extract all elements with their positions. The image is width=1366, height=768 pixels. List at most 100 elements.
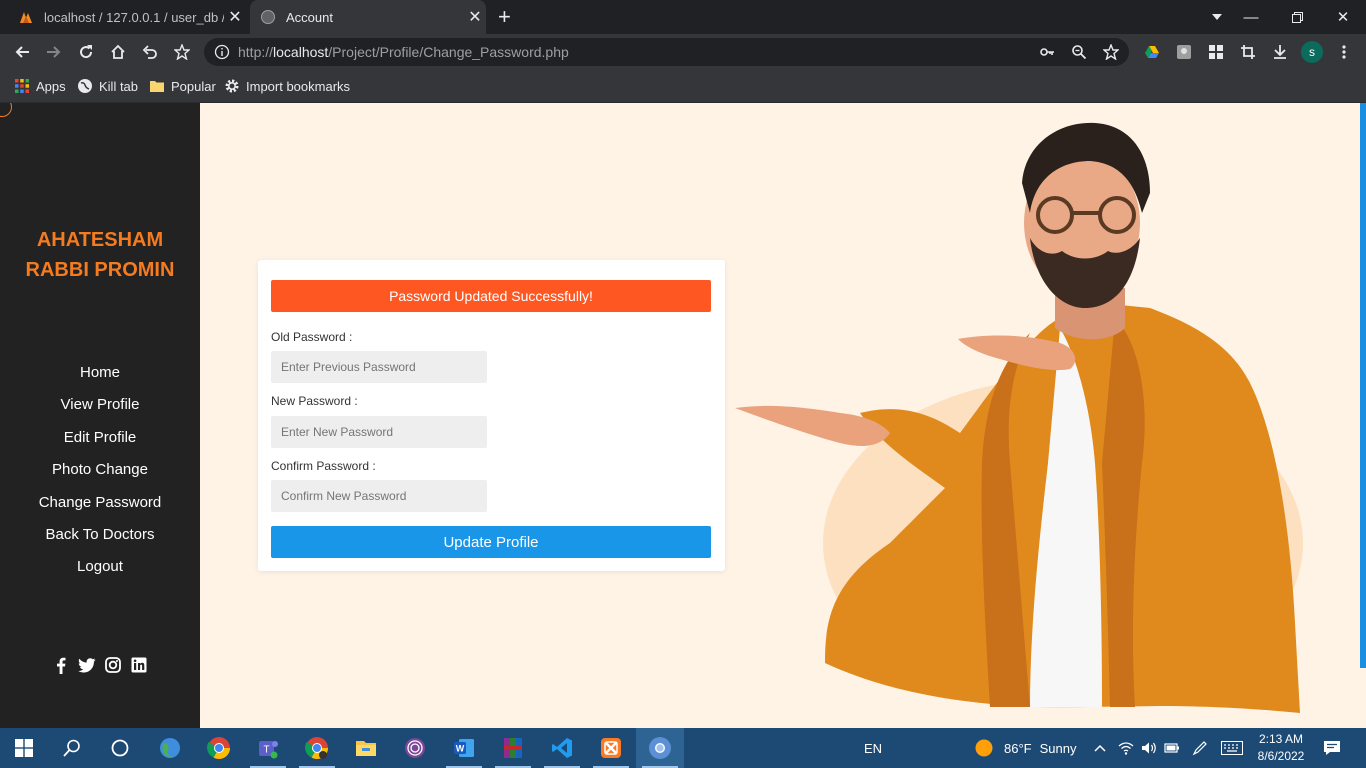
bookmark-label: Popular <box>171 78 216 94</box>
svg-text:W: W <box>456 744 465 754</box>
address-bar[interactable]: http://localhost/Project/Profile/Change_… <box>204 38 1129 66</box>
reload-icon[interactable] <box>74 40 98 64</box>
close-window-button[interactable]: ✕ <box>1320 0 1366 34</box>
extension-icon[interactable] <box>1172 40 1196 64</box>
weather-widget[interactable]: 86°F Sunny <box>974 728 1076 768</box>
bookmark-popular[interactable]: Popular <box>149 76 216 96</box>
bookmark-kill-tab[interactable]: Kill tab <box>77 76 138 96</box>
clock-date: 8/6/2022 <box>1257 749 1305 763</box>
new-password-input[interactable] <box>271 416 487 448</box>
volume-icon[interactable] <box>1141 728 1157 768</box>
linkedin-icon[interactable] <box>130 656 148 674</box>
google-drive-icon[interactable] <box>1140 40 1164 64</box>
bookmark-apps[interactable]: Apps <box>14 76 66 96</box>
globe-icon <box>261 10 275 24</box>
success-alert: Password Updated Successfully! <box>271 280 711 312</box>
weather-text: Sunny <box>1039 740 1077 756</box>
battery-icon[interactable] <box>1164 728 1180 768</box>
vscode-icon[interactable] <box>538 728 586 768</box>
confirm-password-input[interactable] <box>271 480 487 512</box>
word-icon[interactable]: W <box>440 728 488 768</box>
menu-icon[interactable] <box>1332 40 1356 64</box>
tab-account[interactable]: Account ✕ <box>250 0 486 34</box>
home-icon[interactable] <box>106 40 130 64</box>
forward-icon[interactable] <box>42 40 66 64</box>
download-icon[interactable] <box>1268 40 1292 64</box>
change-password-card: Password Updated Successfully! Old Passw… <box>258 260 725 571</box>
teams-icon[interactable]: T <box>244 728 292 768</box>
crop-icon[interactable] <box>1236 40 1260 64</box>
language-indicator[interactable]: EN <box>864 728 882 768</box>
windows-taskbar: T W EN 86°F Sunny 2:13 AM 8/6/2022 <box>0 728 1366 768</box>
bookmark-import[interactable]: Import bookmarks <box>224 76 350 96</box>
nav-logout[interactable]: Logout <box>0 555 200 587</box>
start-button[interactable] <box>0 728 48 768</box>
tor-browser-icon[interactable] <box>391 728 439 768</box>
apps-grid-icon <box>15 79 29 93</box>
clock[interactable]: 2:13 AM 8/6/2022 <box>1256 728 1306 768</box>
old-password-input[interactable] <box>271 351 487 383</box>
browser-toolbar: http://localhost/Project/Profile/Change_… <box>0 34 1366 70</box>
new-tab-button[interactable]: + <box>498 6 511 28</box>
undo-icon[interactable] <box>138 40 162 64</box>
facebook-icon[interactable] <box>52 656 70 674</box>
profile-name: AHATESHAM RABBI PROMIN <box>0 225 200 285</box>
update-profile-button[interactable]: Update Profile <box>271 526 711 558</box>
file-explorer-icon[interactable] <box>342 728 390 768</box>
close-tab-icon[interactable]: ✕ <box>464 7 486 27</box>
scroll-top-icon[interactable] <box>0 103 12 117</box>
tab-phpmyadmin[interactable]: localhost / 127.0.0.1 / user_db / u ✕ <box>8 0 246 34</box>
keyboard-icon[interactable] <box>1221 728 1243 768</box>
scrollbar[interactable] <box>1360 103 1366 668</box>
instagram-icon[interactable] <box>104 656 122 674</box>
chrome-profile-icon[interactable] <box>293 728 341 768</box>
minimize-button[interactable]: — <box>1228 0 1274 34</box>
nav-view-profile[interactable]: View Profile <box>0 393 200 425</box>
old-password-label: Old Password : <box>271 330 353 344</box>
xampp-icon[interactable] <box>587 728 635 768</box>
restore-button[interactable] <box>1274 0 1320 34</box>
nav-home[interactable]: Home <box>0 361 200 393</box>
earth-app-icon[interactable] <box>146 728 194 768</box>
tab-title: Account <box>286 9 333 25</box>
notifications-icon[interactable] <box>1323 728 1341 768</box>
show-hidden-icons-button[interactable] <box>1094 728 1106 768</box>
apps-extension-icon[interactable] <box>1204 40 1228 64</box>
zoom-icon[interactable] <box>1071 44 1087 60</box>
profile-name-line-2: RABBI PROMIN <box>25 259 175 281</box>
back-icon[interactable] <box>10 40 34 64</box>
profile-name-line-1: AHATESHAM <box>36 229 164 251</box>
bookmark-star-icon[interactable] <box>170 40 194 64</box>
bookmark-label: Import bookmarks <box>246 78 351 94</box>
site-info-icon[interactable] <box>214 44 230 60</box>
page-viewport: AHATESHAM RABBI PROMIN Home View Profile… <box>0 103 1366 728</box>
nav-back-to-doctors[interactable]: Back To Doctors <box>0 523 200 555</box>
bookmark-label: Kill tab <box>99 78 139 94</box>
cortana-icon[interactable] <box>96 728 144 768</box>
sidebar: AHATESHAM RABBI PROMIN Home View Profile… <box>0 103 200 728</box>
url-text: http://localhost/Project/Profile/Change_… <box>238 44 569 60</box>
bookmarks-bar: Apps Kill tab Popular Import bookmarks <box>0 70 1366 103</box>
pen-icon[interactable] <box>1192 728 1208 768</box>
bookmark-page-icon[interactable] <box>1102 43 1120 61</box>
social-links <box>52 656 148 674</box>
network-icon[interactable] <box>1118 728 1134 768</box>
key-icon[interactable] <box>1039 44 1055 60</box>
chrome-icon[interactable] <box>195 728 243 768</box>
weather-temp: 86°F <box>1004 740 1032 756</box>
new-password-label: New Password : <box>271 394 358 408</box>
chrome-active-icon[interactable] <box>636 728 684 768</box>
nav-photo-change[interactable]: Photo Change <box>0 458 200 490</box>
globe-icon <box>78 79 92 93</box>
twitter-icon[interactable] <box>78 656 96 674</box>
profile-avatar[interactable]: s <box>1300 40 1324 64</box>
winrar-icon[interactable] <box>489 728 537 768</box>
hero-illustration <box>735 122 1303 713</box>
close-tab-icon[interactable]: ✕ <box>224 7 246 27</box>
search-icon[interactable] <box>48 728 96 768</box>
bookmark-label: Apps <box>36 78 66 94</box>
folder-icon <box>150 81 164 92</box>
nav-edit-profile[interactable]: Edit Profile <box>0 426 200 458</box>
nav-change-password[interactable]: Change Password <box>0 491 200 523</box>
tab-title: localhost / 127.0.0.1 / user_db / u <box>44 9 224 25</box>
